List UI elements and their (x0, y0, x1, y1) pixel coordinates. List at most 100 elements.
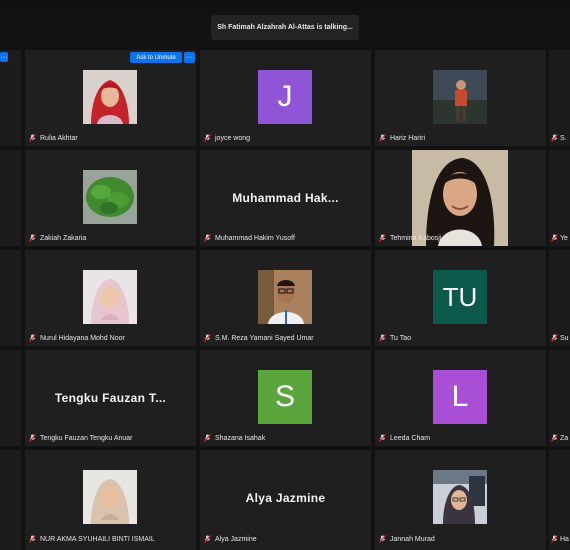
man-outdoor-photo (433, 70, 487, 124)
participant-name: joyce wong (204, 133, 250, 143)
muted-mic-icon (29, 434, 36, 442)
participant-name: Alya Jazmine (204, 534, 257, 544)
left-edge-tile[interactable]: ··· (0, 50, 21, 146)
participant-tile[interactable]: L Leeda Cham (375, 350, 546, 446)
participant-name: Su (551, 333, 569, 343)
participant-tile[interactable]: Alya Jazmine Alya Jazmine (200, 450, 371, 550)
left-edge-tile[interactable] (0, 350, 21, 446)
participant-name-label: Za (560, 434, 569, 442)
active-speaker-indicator: Sh Fatimah Alzahrah Al-Attas is talking.… (211, 15, 359, 40)
muted-mic-icon (204, 535, 211, 543)
participant-name: Jannah Murad (379, 534, 435, 544)
avatar-initial: L (451, 380, 469, 413)
participant-name-label: Ha (560, 535, 569, 543)
participant-display-name: Muhammad Hak... (232, 191, 339, 205)
participant-name: Tehmina Kabosji (379, 233, 441, 243)
participant-display-name: Tengku Fauzan T... (54, 391, 167, 405)
woman-pink-hijab-photo (83, 270, 137, 324)
right-edge-tile[interactable]: Su (549, 250, 570, 346)
more-options-button[interactable]: ··· (184, 52, 195, 63)
active-speaker-label: Sh Fatimah Alzahrah Al-Attas is talking.… (217, 24, 353, 31)
participant-name: Leeda Cham (379, 433, 430, 443)
left-edge-more-button[interactable]: ··· (0, 52, 8, 62)
participant-tile[interactable]: J joyce wong (200, 50, 371, 146)
ask-to-unmute-button[interactable]: Ask to Unmute (130, 52, 182, 63)
muted-mic-icon (551, 334, 558, 342)
participant-name-label: Ye (560, 234, 568, 242)
participant-tile[interactable]: Tengku Fauzan T... Tengku Fauzan Tengku … (25, 350, 196, 446)
woman-red-hijab-photo (83, 70, 137, 124)
participant-name: Rulia Akhtar (29, 133, 78, 143)
avatar-initial: J (277, 80, 293, 113)
left-edge-tile[interactable] (0, 150, 21, 246)
avatar-initial: S (274, 380, 295, 413)
right-edge-tile[interactable]: Ye (549, 150, 570, 246)
woman-beige-hijab-photo (83, 470, 137, 524)
participant-tile[interactable]: Muhammad Hak... Muhammad Hakim Yusoff (200, 150, 371, 246)
participant-tile[interactable]: Tehmina Kabosji (375, 150, 546, 246)
participant-tile[interactable]: S.M. Reza Yamani Sayed Umar (200, 250, 371, 346)
woman-room-photo (433, 470, 487, 524)
participant-name: Muhammad Hakim Yusoff (204, 233, 295, 243)
participant-name-label: S.M. Reza Yamani Sayed Umar (215, 334, 314, 342)
plant-photo (83, 170, 137, 224)
woman-portrait-photo (412, 150, 508, 246)
participant-name-label: Jannah Murad (390, 535, 435, 543)
participant-tile[interactable]: Ask to Unmute ··· Rulia Akhtar (25, 50, 196, 146)
participant-tile[interactable]: NUR AKMA SYUHAILI BINTI ISMAIL (25, 450, 196, 550)
left-edge-tile[interactable] (0, 250, 21, 346)
participant-name: Tu Tao (379, 333, 411, 343)
muted-mic-icon (551, 535, 558, 543)
participant-name: S.M. Reza Yamani Sayed Umar (204, 333, 314, 343)
participant-display-name: Alya Jazmine (245, 491, 326, 505)
muted-mic-icon (379, 535, 386, 543)
participant-name: Shazana Isahak (204, 433, 265, 443)
participant-tile[interactable]: Hariz Hariri (375, 50, 546, 146)
participant-name-label: Su (560, 334, 569, 342)
participant-name: Nurul Hidayana Mohd Noor (29, 333, 125, 343)
participant-tile[interactable]: Nurul Hidayana Mohd Noor (25, 250, 196, 346)
muted-mic-icon (204, 334, 211, 342)
muted-mic-icon (204, 234, 211, 242)
participant-name-label: NUR AKMA SYUHAILI BINTI ISMAIL (40, 535, 155, 543)
participant-name: Ha (551, 534, 569, 544)
participant-name-label: Zakiah Zakaria (40, 234, 87, 242)
muted-mic-icon (29, 535, 36, 543)
initial-avatar: TU (433, 270, 487, 324)
participant-name-label: Rulia Akhtar (40, 134, 78, 142)
participant-name-label: Shazana Isahak (215, 434, 266, 442)
muted-mic-icon (29, 334, 36, 342)
participant-name: Tengku Fauzan Tengku Anuar (29, 433, 133, 443)
participant-name: Hariz Hariri (379, 133, 425, 143)
participant-name: Zakiah Zakaria (29, 233, 86, 243)
right-edge-tile[interactable]: Ha (549, 450, 570, 550)
muted-mic-icon (204, 134, 211, 142)
participant-tile[interactable]: TU Tu Tao (375, 250, 546, 346)
participant-name-label: Nurul Hidayana Mohd Noor (40, 334, 125, 342)
muted-mic-icon (379, 334, 386, 342)
muted-mic-icon (379, 234, 386, 242)
right-edge-tile[interactable]: S. (549, 50, 570, 146)
participant-name: Ye (551, 233, 568, 243)
participant-name-label: joyce wong (215, 134, 251, 142)
initial-avatar: S (258, 370, 312, 424)
participant-name: Za (551, 433, 568, 443)
participant-name-label: Tengku Fauzan Tengku Anuar (40, 434, 133, 442)
participant-name-label: Hariz Hariri (390, 134, 425, 142)
right-edge-tile[interactable]: Za (549, 350, 570, 446)
participant-name-label: Tu Tao (390, 334, 412, 342)
initial-avatar: J (258, 70, 312, 124)
initial-avatar: L (433, 370, 487, 424)
muted-mic-icon (29, 234, 36, 242)
muted-mic-icon (379, 434, 386, 442)
man-glasses-photo (258, 270, 312, 324)
muted-mic-icon (204, 434, 211, 442)
participant-tile[interactable]: S Shazana Isahak (200, 350, 371, 446)
left-edge-tile[interactable] (0, 450, 21, 550)
participant-tile[interactable]: Jannah Murad (375, 450, 546, 550)
participant-name-label: Leeda Cham (390, 434, 431, 442)
participant-name: S. (551, 133, 567, 143)
participant-tile[interactable]: Zakiah Zakaria (25, 150, 196, 246)
participant-name: NUR AKMA SYUHAILI BINTI ISMAIL (29, 534, 155, 544)
muted-mic-icon (29, 134, 36, 142)
